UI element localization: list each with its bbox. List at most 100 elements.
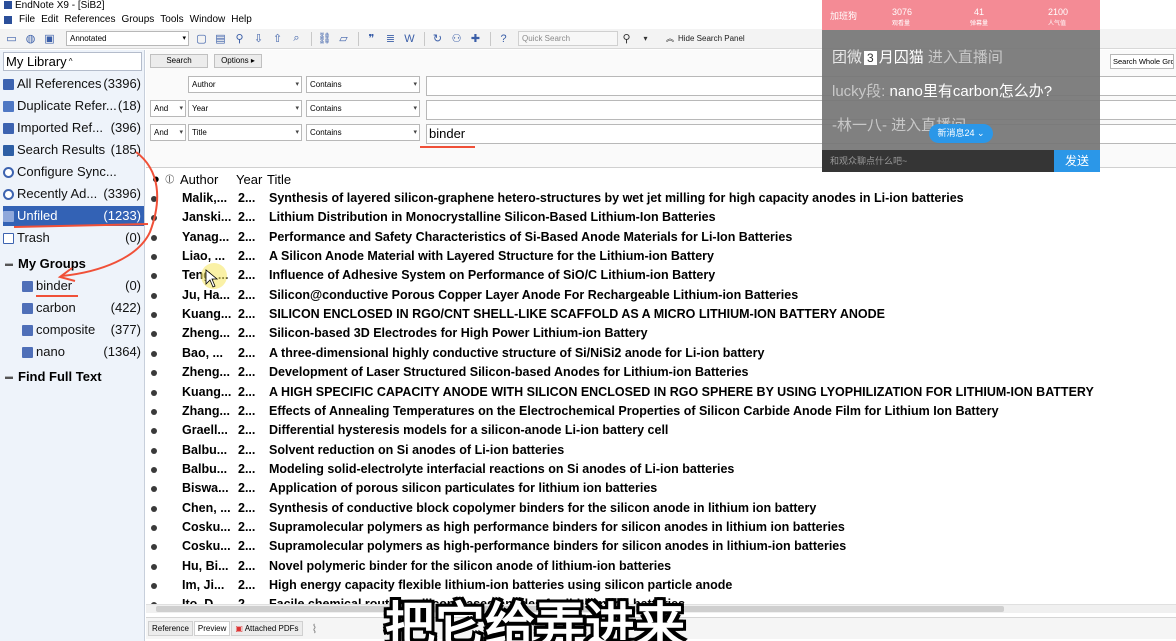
integrated-library-icon[interactable]: ▣ bbox=[41, 31, 58, 46]
group-all-references[interactable]: All References (3396) bbox=[3, 74, 144, 94]
new-messages-pill[interactable]: 新消息24 ⌄ bbox=[929, 124, 993, 143]
reference-row[interactable]: Janski... 2... Lithium Distribution in Mon… bbox=[146, 208, 1176, 227]
search-icon[interactable]: ⚲ bbox=[618, 31, 635, 46]
reference-row[interactable]: Cosku... 2... Supramolecular polymers as h… bbox=[146, 518, 1176, 537]
group-imported-references[interactable]: Imported Ref... (396) bbox=[3, 118, 144, 138]
row-year: 2... bbox=[238, 403, 256, 418]
tab-attached-pdfs[interactable]: ▣ Attached PDFs bbox=[231, 621, 303, 636]
group-duplicate-references[interactable]: Duplicate Refer... (18) bbox=[3, 96, 144, 116]
edit-reference-icon[interactable]: ▤ bbox=[212, 31, 229, 46]
chat-suffix: 进入直播间 bbox=[927, 49, 1003, 66]
group-configure-sync[interactable]: Configure Sync... bbox=[3, 162, 144, 182]
options-button[interactable]: Options ▸ bbox=[214, 54, 262, 68]
reference-row[interactable]: Ju, Ha... 2... Silicon@conductive Porous C… bbox=[146, 286, 1176, 305]
menu-references[interactable]: References bbox=[63, 13, 116, 27]
chevron-down-icon[interactable]: ▾ bbox=[637, 31, 654, 46]
send-button[interactable]: 发送 bbox=[1054, 150, 1100, 172]
reference-row[interactable]: Chen, ... 2... Synthesis of conductive blo… bbox=[146, 499, 1176, 518]
reference-row[interactable]: Cosku... 2... Supramolecular polymers as h… bbox=[146, 537, 1176, 556]
chat-input[interactable]: 和观众聊点什么吧~ bbox=[822, 150, 1054, 172]
online-search-toolbar-icon[interactable]: ⚲ bbox=[231, 31, 248, 46]
quick-search-input[interactable]: Quick Search bbox=[518, 31, 618, 46]
group-search-results[interactable]: Search Results (185) bbox=[3, 140, 144, 160]
group-binder[interactable]: binder (0) bbox=[22, 276, 144, 296]
menu-help[interactable]: Help bbox=[230, 13, 253, 27]
boolean-value: And bbox=[154, 104, 169, 113]
link-icon[interactable]: ⛓ bbox=[316, 31, 333, 46]
group-composite[interactable]: composite (377) bbox=[22, 320, 144, 340]
endnote-doc-icon[interactable] bbox=[4, 16, 12, 24]
my-groups-header[interactable]: ▬ My Groups bbox=[5, 254, 86, 274]
local-library-icon[interactable]: ▭ bbox=[3, 31, 20, 46]
sync-icon[interactable]: ↻ bbox=[429, 31, 446, 46]
reference-row[interactable]: Malik,... 2... Synthesis of layered silico… bbox=[146, 189, 1176, 208]
title-column-header[interactable]: Title bbox=[267, 171, 291, 189]
paperclip-icon[interactable]: ⌇ bbox=[312, 622, 318, 636]
group-count: (377) bbox=[110, 322, 141, 337]
add-group-icon[interactable]: ✚ bbox=[467, 31, 484, 46]
row-title: Lithium Distribution in Monocrystalline … bbox=[269, 210, 716, 225]
row-year: 2... bbox=[238, 229, 256, 244]
search-button[interactable]: Search bbox=[150, 54, 208, 68]
reference-row[interactable]: Teng, ... 2... Influence of Adhesive Syste… bbox=[146, 266, 1176, 285]
group-recently-added[interactable]: Recently Ad... (3396) bbox=[3, 184, 144, 204]
reference-row[interactable]: Kuang... 2... SILICON ENCLOSED IN RGO/CNT … bbox=[146, 305, 1176, 324]
reference-row[interactable]: Biswa... 2... Application of porous silico… bbox=[146, 479, 1176, 498]
help-icon[interactable]: ? bbox=[495, 31, 512, 46]
reference-row[interactable]: Balbu... 2... Solvent reduction on Si anod… bbox=[146, 441, 1176, 460]
menu-file[interactable]: File bbox=[18, 13, 36, 27]
boolean-select[interactable]: And ▾ bbox=[150, 100, 186, 117]
reference-row[interactable]: Balbu... 2... Modeling solid-electrolyte i… bbox=[146, 460, 1176, 479]
reference-row[interactable]: Liao, ... 2... A Silicon Anode Material wi… bbox=[146, 247, 1176, 266]
group-trash[interactable]: Trash (0) bbox=[3, 228, 144, 248]
open-folder-icon[interactable]: ▱ bbox=[335, 31, 352, 46]
download-icon[interactable]: ⇩ bbox=[250, 31, 267, 46]
tab-preview[interactable]: Preview bbox=[193, 621, 231, 636]
word-icon[interactable]: W bbox=[401, 31, 418, 46]
row-author: Yanag... bbox=[182, 229, 230, 244]
field-select[interactable]: Author ▾ bbox=[188, 76, 302, 93]
tab-reference[interactable]: Reference bbox=[148, 621, 193, 636]
operator-select[interactable]: Contains ▾ bbox=[306, 124, 420, 141]
upload-icon[interactable]: ⇧ bbox=[269, 31, 286, 46]
reference-row[interactable]: Zheng... 2... Silicon-based 3D Electrodes … bbox=[146, 324, 1176, 343]
reference-row[interactable]: Kuang... 2... A HIGH SPECIFIC CAPACITY ANO… bbox=[146, 383, 1176, 402]
insert-citation-icon[interactable]: ❞ bbox=[363, 31, 380, 46]
reference-row[interactable]: Graell... 2... Differential hysteresis mod… bbox=[146, 421, 1176, 440]
row-author: Ju, Ha... bbox=[182, 287, 230, 302]
operator-select[interactable]: Contains ▾ bbox=[306, 76, 420, 93]
library-selector[interactable]: My Library ^ bbox=[3, 52, 142, 71]
boolean-select[interactable]: And ▾ bbox=[150, 124, 186, 141]
operator-select[interactable]: Contains ▾ bbox=[306, 100, 420, 117]
reference-row[interactable]: Zheng... 2... Development of Laser Structu… bbox=[146, 363, 1176, 382]
group-carbon[interactable]: carbon (422) bbox=[22, 298, 144, 318]
share-icon[interactable]: ⚇ bbox=[448, 31, 465, 46]
year-column-header[interactable]: Year bbox=[236, 171, 262, 189]
format-bibliography-icon[interactable]: ≣ bbox=[382, 31, 399, 46]
live-stats-bar: 加班狗 3076 观看量 41 弹幕量 2100 人气值 bbox=[822, 0, 1100, 30]
chevron-down-icon: ▾ bbox=[182, 35, 186, 42]
read-status-column-icon[interactable]: ● bbox=[152, 170, 160, 188]
field-select[interactable]: Title ▾ bbox=[188, 124, 302, 141]
group-unfiled[interactable]: Unfiled (1233) bbox=[3, 206, 144, 226]
reference-row[interactable]: Yanag... 2... Performance and Safety Chara… bbox=[146, 228, 1176, 247]
hide-search-panel-button[interactable]: ︽ Hide Search Panel bbox=[666, 33, 745, 44]
menu-tools[interactable]: Tools bbox=[159, 13, 184, 27]
field-select[interactable]: Year ▾ bbox=[188, 100, 302, 117]
attachment-column-icon[interactable]: ⦶ bbox=[165, 170, 174, 188]
find-full-text-header[interactable]: ▬ Find Full Text bbox=[5, 367, 102, 387]
author-column-header[interactable]: Author bbox=[180, 171, 218, 189]
reference-row[interactable]: Hu, Bi... 2... Novel polymeric binder for … bbox=[146, 557, 1176, 576]
reference-row[interactable]: Bao, ... 2... A three-dimensional highly c… bbox=[146, 344, 1176, 363]
danmaku-value: 41 bbox=[974, 7, 985, 17]
search-scope-select[interactable]: Search Whole Group bbox=[1110, 54, 1174, 69]
find-fulltext-icon[interactable]: ⌕ bbox=[288, 31, 305, 46]
menu-window[interactable]: Window bbox=[189, 13, 227, 27]
online-search-icon[interactable]: ◍ bbox=[22, 31, 39, 46]
style-dropdown[interactable]: Annotated ▾ bbox=[66, 31, 189, 46]
menu-groups[interactable]: Groups bbox=[121, 13, 156, 27]
group-nano[interactable]: nano (1364) bbox=[22, 342, 144, 362]
menu-edit[interactable]: Edit bbox=[40, 13, 59, 27]
reference-row[interactable]: Zhang... 2... Effects of Annealing Tempera… bbox=[146, 402, 1176, 421]
new-reference-icon[interactable]: ▢ bbox=[193, 31, 210, 46]
